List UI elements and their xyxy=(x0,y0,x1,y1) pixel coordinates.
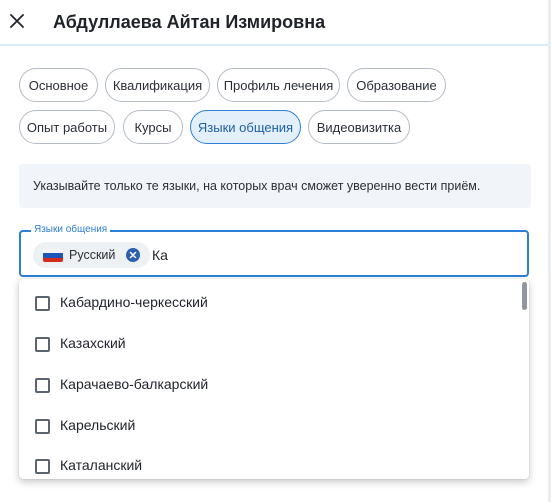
option-checkbox[interactable] xyxy=(35,337,50,352)
option-label: Карельский xyxy=(60,417,136,433)
tab-label: Языки общения xyxy=(197,119,294,135)
tab-videovizitka[interactable]: Видеовизитка xyxy=(308,110,410,144)
tab-opyt-raboty[interactable]: Опыт работы xyxy=(19,110,115,144)
languages-search-input[interactable] xyxy=(152,244,512,266)
tab-label: Основное xyxy=(28,77,89,93)
languages-field[interactable]: Языки общения Русский xyxy=(19,224,529,277)
option-label: Карачаево-балкарский xyxy=(60,376,209,392)
tab-label: Квалификация xyxy=(112,77,203,93)
option-checkbox[interactable] xyxy=(35,296,50,311)
tab-obrazovanie[interactable]: Образование xyxy=(347,68,446,102)
option-checkbox[interactable] xyxy=(35,419,50,434)
language-chip-russian: Русский xyxy=(33,242,150,268)
option-label: Казахский xyxy=(60,335,126,351)
tab-yazyki-obshcheniya[interactable]: Языки общения xyxy=(190,110,301,144)
dropdown-option[interactable]: Карачаево-балкарский xyxy=(19,365,519,405)
tab-label: Курсы xyxy=(134,119,172,135)
language-chip-label: Русский xyxy=(69,248,116,262)
close-button[interactable] xyxy=(6,10,28,32)
tab-label: Опыт работы xyxy=(26,119,108,135)
info-notice: Указывайте только те языки, на которых в… xyxy=(19,164,531,208)
dropdown-option[interactable]: Кабардино-черкесский xyxy=(19,283,519,323)
dropdown-scrollbar[interactable] xyxy=(522,282,527,310)
chip-remove-button[interactable] xyxy=(126,248,140,262)
russia-flag-icon xyxy=(43,249,63,262)
tab-osnovnoe[interactable]: Основное xyxy=(19,68,98,102)
dropdown-option[interactable]: Казахский xyxy=(19,324,519,364)
header: Абдуллаева Айтан Измировна xyxy=(0,0,551,46)
close-icon xyxy=(10,14,24,28)
option-checkbox[interactable] xyxy=(35,378,50,393)
option-checkbox[interactable] xyxy=(35,459,50,474)
tab-kvalifikaciya[interactable]: Квалификация xyxy=(105,68,210,102)
option-label: Каталанский xyxy=(60,457,143,473)
languages-field-label: Языки общения xyxy=(31,224,111,235)
tab-label: Видеовизитка xyxy=(316,119,402,135)
languages-dropdown: Кабардино-черкесский Казахский Карачаево… xyxy=(19,279,529,479)
dropdown-option[interactable]: Каталанский xyxy=(19,446,519,479)
option-label: Кабардино-черкесский xyxy=(60,294,208,310)
page-title: Абдуллаева Айтан Измировна xyxy=(53,12,326,32)
info-notice-text: Указывайте только те языки, на которых в… xyxy=(33,179,481,193)
tab-label: Образование xyxy=(356,77,437,93)
dropdown-option[interactable]: Карельский xyxy=(19,406,519,446)
tab-profil-lecheniya[interactable]: Профиль лечения xyxy=(217,68,340,102)
close-icon xyxy=(129,251,137,259)
tab-kursy[interactable]: Курсы xyxy=(123,110,183,144)
tab-label: Профиль лечения xyxy=(223,77,334,93)
